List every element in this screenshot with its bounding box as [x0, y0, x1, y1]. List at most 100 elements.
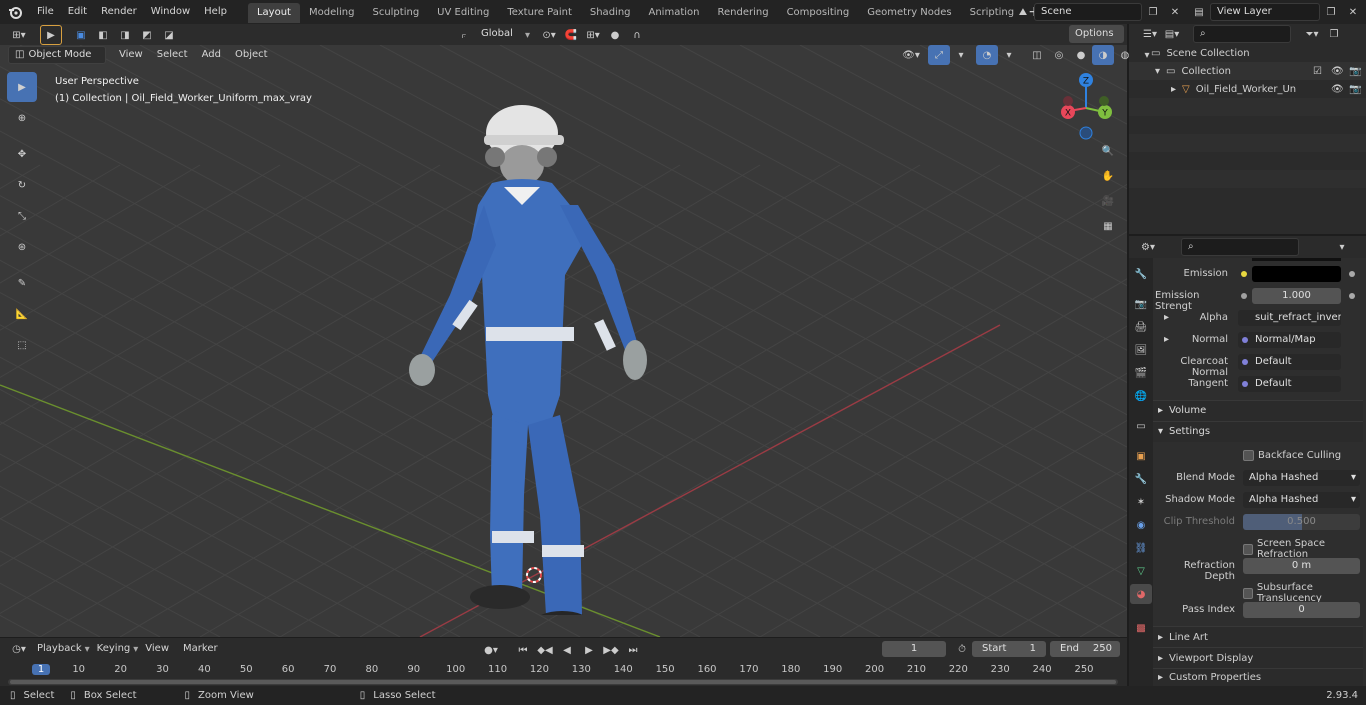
navigation-gizmo[interactable]: Z Y X [1052, 71, 1122, 151]
new-collection-icon[interactable]: ❐ [1323, 24, 1345, 44]
transform-orientation[interactable]: Global [475, 26, 525, 44]
play-icon[interactable]: ▶ [578, 640, 600, 660]
transform-tool-icon[interactable]: ⊛ [7, 232, 37, 262]
select-intersect-icon[interactable]: ◪ [158, 25, 180, 45]
view-layer-field[interactable]: View Layer [1210, 3, 1320, 21]
outliner-editor-icon[interactable]: ☰▾ [1139, 24, 1161, 44]
gizmo-dropdown-icon[interactable]: ▾ [950, 45, 972, 65]
timeline-menu-keying[interactable]: Keying [90, 638, 138, 660]
particles-tab-icon[interactable]: ✶ [1130, 492, 1152, 512]
cursor-tool-icon[interactable]: ⊕ [7, 103, 37, 133]
collection-visibility-icon[interactable]: 👁 [1331, 66, 1344, 77]
tab-compositing[interactable]: Compositing [778, 3, 859, 23]
select-tool-icon[interactable]: ▶ [40, 25, 62, 45]
menu-file[interactable]: File [30, 0, 61, 24]
expand-arrow-icon[interactable]: ▾ [1155, 66, 1160, 77]
shading-rendered-icon[interactable]: ◍ [1114, 45, 1136, 65]
emission-strength-field[interactable]: 1.000 [1252, 288, 1341, 304]
overlay-toggle-icon[interactable]: ◔ [976, 45, 998, 65]
shadow-mode-select[interactable]: Alpha Hashed ▾ [1243, 492, 1360, 508]
data-tab-icon[interactable]: ▽ [1130, 561, 1152, 581]
vp-menu-add[interactable]: Add [195, 45, 228, 65]
current-frame-field[interactable]: 1 [882, 641, 946, 657]
timeline-menu-marker[interactable]: Marker [176, 638, 225, 660]
properties-options-icon[interactable]: ▾ [1331, 237, 1353, 257]
vp-menu-object[interactable]: Object [228, 45, 275, 65]
editor-type-icon[interactable]: ⊞▾ [8, 25, 30, 45]
sst-checkbox[interactable] [1243, 587, 1253, 599]
tab-animation[interactable]: Animation [640, 3, 709, 23]
menu-render[interactable]: Render [94, 0, 144, 24]
jump-start-icon[interactable]: ⏮ [512, 640, 534, 660]
tab-shading[interactable]: Shading [581, 3, 640, 23]
alpha-texture-field[interactable]: suit_refract_invert.pn [1238, 310, 1341, 326]
physics-tab-icon[interactable]: ◉ [1130, 515, 1152, 535]
object-tab-icon[interactable]: ▣ [1130, 446, 1152, 466]
scene-field[interactable]: Scene [1034, 3, 1142, 21]
object-visibility-icon[interactable]: 👁 [1331, 84, 1344, 95]
camera-view-icon[interactable]: 🎥 [1097, 191, 1119, 211]
rotate-tool-icon[interactable]: ↻ [7, 170, 37, 200]
emission-color-field[interactable] [1252, 266, 1341, 282]
3d-viewport[interactable]: User Perspective (1) Collection | Oil_Fi… [0, 45, 1127, 637]
close-scene-icon[interactable]: ✕ [1164, 2, 1186, 22]
tab-geometry-nodes[interactable]: Geometry Nodes [858, 3, 960, 23]
properties-editor-icon[interactable]: ⚙▾ [1137, 237, 1159, 257]
tangent-field[interactable]: Default [1238, 376, 1341, 392]
texture-tab-icon[interactable]: ▩ [1130, 618, 1152, 638]
clip-threshold-slider[interactable]: 0.500 [1243, 514, 1360, 530]
visibility-icon[interactable]: 👁▾ [900, 45, 922, 65]
transform-orientation-icon[interactable]: ⟔ [453, 25, 475, 45]
timeline-editor-icon[interactable]: ◷▾ [8, 639, 30, 659]
snap-icon[interactable]: 🧲 [560, 25, 582, 45]
outliner-scene-collection[interactable]: ▭ Scene Collection [1129, 44, 1366, 62]
backface-culling-checkbox[interactable] [1243, 450, 1254, 461]
sst-row[interactable]: Subsurface Translucency [1243, 582, 1366, 604]
display-mode-icon[interactable]: ▤▾ [1161, 24, 1183, 44]
refraction-depth-field[interactable]: 0 m [1243, 558, 1360, 574]
snap-target-icon[interactable]: ⊞▾ [582, 25, 604, 45]
collection-render-icon[interactable]: 📷 [1349, 66, 1361, 77]
scene-icon[interactable]: ⛰ [1012, 2, 1034, 22]
filter-icon[interactable]: ⏷▾ [1301, 24, 1323, 44]
shading-wireframe-icon[interactable]: ◎ [1048, 45, 1070, 65]
constraints-tab-icon[interactable]: ⛓ [1130, 538, 1152, 558]
custom-props-header[interactable]: ▸ Custom Properties [1153, 668, 1363, 686]
start-frame-field[interactable]: Start 1 [972, 641, 1046, 657]
pass-index-field[interactable]: 0 [1243, 602, 1360, 618]
timeline-menu-playback[interactable]: Playback [30, 638, 89, 660]
select-extend-icon[interactable]: ◧ [92, 25, 114, 45]
tab-rendering[interactable]: Rendering [708, 3, 777, 23]
close-view-layer-icon[interactable]: ✕ [1342, 2, 1364, 22]
settings-header[interactable]: ▾ Settings [1158, 426, 1210, 437]
outliner-search-icon[interactable]: ⌕ [1193, 25, 1291, 43]
pan-hand-icon[interactable]: ✋ [1097, 166, 1119, 186]
oil-field-worker-model[interactable] [400, 95, 700, 615]
tab-texture-paint[interactable]: Texture Paint [498, 3, 581, 23]
ssr-row[interactable]: Screen Space Refraction [1243, 538, 1366, 560]
tab-modeling[interactable]: Modeling [300, 3, 364, 23]
shading-dropdown-icon[interactable]: ▾ [1136, 45, 1158, 65]
volume-header[interactable]: ▸ Volume [1158, 405, 1206, 416]
world-tab-icon[interactable]: 🌐 [1130, 386, 1152, 406]
prev-keyframe-icon[interactable]: ◆◀ [534, 640, 556, 660]
shading-material-icon[interactable]: ◑ [1092, 45, 1114, 65]
scene-tab-icon[interactable]: 🎬 [1130, 363, 1152, 383]
backface-culling-row[interactable]: Backface Culling [1243, 450, 1341, 461]
options-button[interactable]: Options [1069, 25, 1124, 43]
menu-edit[interactable]: Edit [61, 0, 94, 24]
frame-ruler[interactable]: 1 10 20 30 40 50 60 70 80 90 100 110 120 130 140 150 160… [0, 662, 1127, 678]
tab-layout[interactable]: Layout [247, 3, 300, 23]
play-reverse-icon[interactable]: ◀ [556, 640, 578, 660]
move-tool-icon[interactable]: ✥ [7, 139, 37, 169]
vp-menu-view[interactable]: View [112, 45, 150, 65]
material-tab-icon[interactable]: ◕ [1130, 584, 1152, 604]
tab-uv-editing[interactable]: UV Editing [428, 3, 498, 23]
end-frame-field[interactable]: End 250 [1050, 641, 1120, 657]
add-cube-tool-icon[interactable]: ⬚ [7, 330, 37, 360]
keyframe-dot-icon[interactable] [1349, 271, 1355, 277]
proportional-icon[interactable]: ● [604, 25, 626, 45]
vp-menu-select[interactable]: Select [150, 45, 195, 65]
falloff-icon[interactable]: ∩ [626, 25, 648, 45]
modifier-tab-icon[interactable]: 🔧 [1130, 469, 1152, 489]
